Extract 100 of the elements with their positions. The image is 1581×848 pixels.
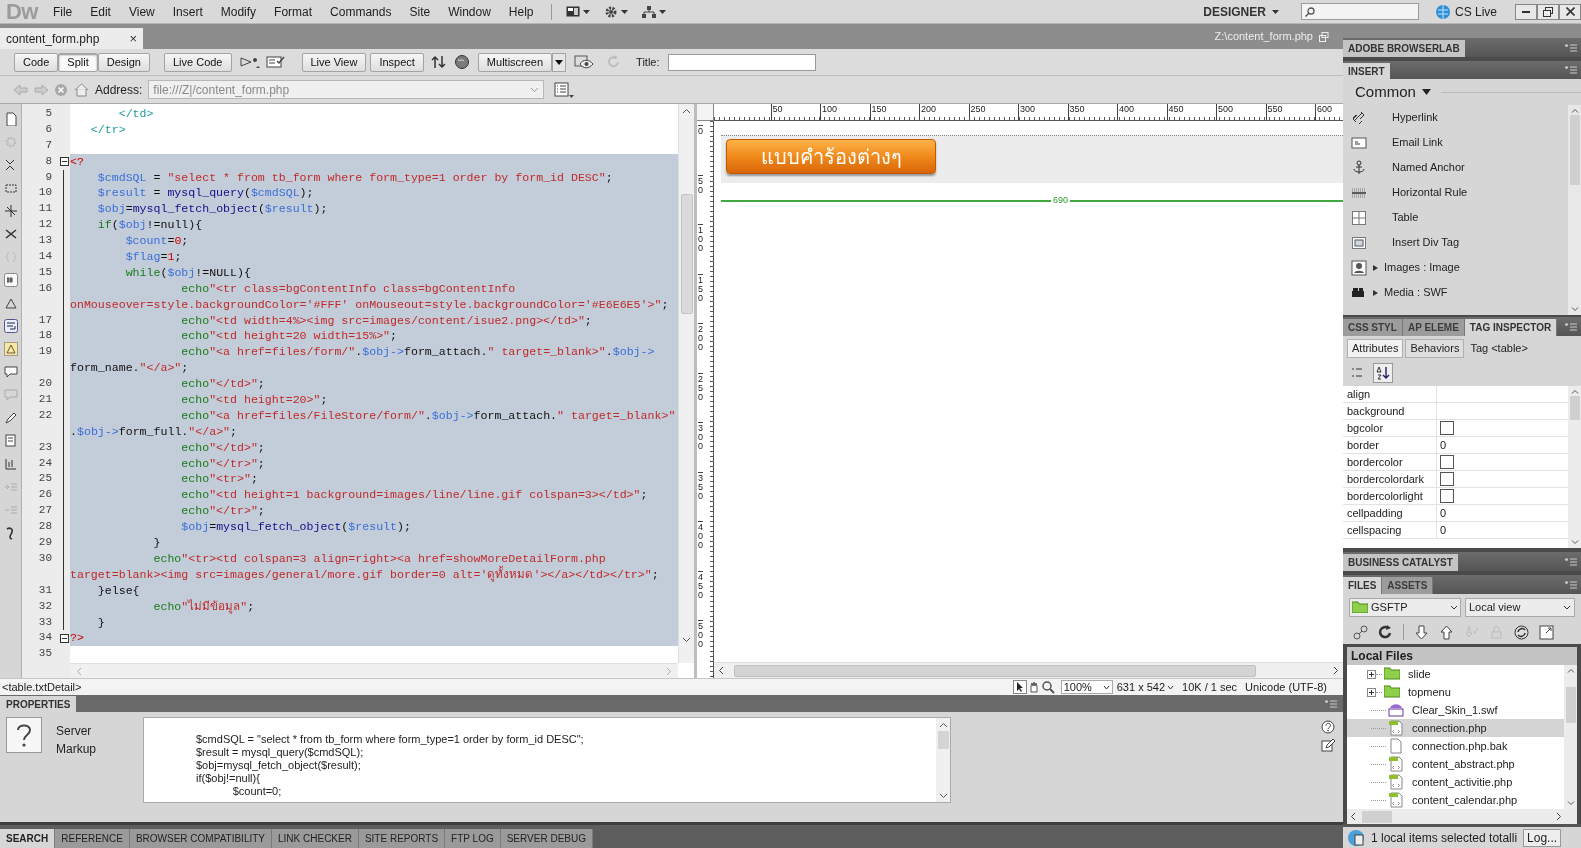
panel-menu-icon[interactable]: [1325, 699, 1337, 708]
word-wrap-icon[interactable]: [3, 319, 18, 333]
snippet-icon[interactable]: [3, 434, 18, 448]
panel-tab[interactable]: TAG INSPECTOR: [1464, 319, 1558, 336]
help-circle-icon[interactable]: [1321, 720, 1335, 734]
inspect-icon[interactable]: [239, 54, 262, 70]
menu-item[interactable]: Insert: [163, 2, 212, 21]
live-view-button[interactable]: Live View: [301, 52, 367, 72]
file-row[interactable]: connection.php: [1347, 719, 1564, 737]
scrollbar[interactable]: [1347, 809, 1577, 824]
panel-tab[interactable]: SEARCH: [0, 829, 56, 848]
tag-selector[interactable]: <table.txtDetail>: [2, 678, 82, 696]
fold-icon[interactable]: [59, 633, 69, 643]
scrollbar-thumb[interactable]: [734, 664, 1256, 677]
menu-item[interactable]: Format: [265, 2, 322, 21]
list-icon[interactable]: [554, 81, 575, 98]
minimize-button[interactable]: [1515, 3, 1537, 20]
insert-item[interactable]: Horizontal Rule: [1343, 180, 1568, 205]
title-field[interactable]: [667, 53, 816, 71]
panel-menu-icon[interactable]: [1565, 557, 1577, 566]
select-parent-icon[interactable]: [3, 227, 18, 241]
markup-field[interactable]: $cmdSQL = "select * from tb_form where form_type=1 order by form_id DESC"; $result = mysql_query($cmdSQL); $obj=mysql_fetch_object($result); if($obj!=null){ $count=0;: [143, 717, 951, 803]
scrollbar[interactable]: [70, 663, 678, 678]
restore-button[interactable]: [1537, 3, 1559, 20]
panel-tab[interactable]: AP ELEME: [1402, 319, 1465, 336]
window-size-menu[interactable]: 631 x 542: [1116, 678, 1175, 696]
mode-tab[interactable]: Attributes: [1347, 338, 1404, 358]
panel-tab[interactable]: SERVER DEBUG: [500, 829, 593, 848]
menu-item[interactable]: Edit: [81, 2, 120, 21]
multiscreen-button[interactable]: Multiscreen: [477, 52, 553, 72]
check-out-icon[interactable]: [1464, 624, 1479, 640]
dropdown-button[interactable]: [552, 52, 567, 72]
live-code-button[interactable]: Live Code: [163, 52, 232, 72]
scrollbar-thumb[interactable]: [1565, 687, 1576, 723]
panel-tab[interactable]: CSS STYL: [1343, 319, 1403, 336]
insert-item[interactable]: Table: [1343, 205, 1568, 230]
fold-icon[interactable]: [59, 157, 69, 167]
scrollbar[interactable]: [1564, 665, 1577, 809]
sync-icon[interactable]: [1514, 624, 1529, 640]
up-arrow-icon[interactable]: [1439, 624, 1454, 640]
panel-tab[interactable]: BUSINESS CATALYST: [1343, 554, 1458, 571]
attribute-value[interactable]: 0: [1440, 436, 1447, 454]
scrollbar[interactable]: [714, 662, 1343, 678]
panel-menu-icon[interactable]: [1565, 66, 1577, 74]
attribute-value[interactable]: 0: [1440, 504, 1447, 522]
log-button[interactable]: Log...: [1523, 828, 1562, 847]
document-tab[interactable]: content_form.php ×: [0, 28, 143, 49]
color-swatch[interactable]: [1440, 489, 1454, 503]
insert-item[interactable]: Email Link: [1343, 130, 1568, 155]
mode-tab[interactable]: Behaviors: [1405, 338, 1465, 358]
panel-tab[interactable]: SITE REPORTS: [358, 829, 446, 848]
menu-item[interactable]: Modify: [211, 2, 266, 21]
inspect-button[interactable]: Inspect: [370, 52, 424, 72]
scrollbar-thumb[interactable]: [1569, 396, 1580, 420]
view-tab[interactable]: Code: [14, 52, 59, 72]
insert-item[interactable]: Media : SWF: [1343, 280, 1568, 305]
menu-item[interactable]: Window: [439, 2, 500, 21]
panel-tab[interactable]: INSERT: [1343, 63, 1390, 79]
scrollbar[interactable]: [678, 104, 694, 663]
scrollbar-thumb[interactable]: [1362, 810, 1392, 823]
sort-icon[interactable]: [1373, 363, 1393, 383]
search-field[interactable]: [1300, 3, 1419, 20]
menu-item[interactable]: Commands: [321, 2, 401, 21]
scrollbar[interactable]: [1568, 105, 1581, 315]
attribute-value[interactable]: 0: [1440, 521, 1447, 539]
scrollbar[interactable]: [1568, 386, 1581, 548]
pointer-icon[interactable]: [1012, 680, 1027, 694]
menu-item[interactable]: File: [43, 2, 82, 21]
tab-close-button[interactable]: ×: [129, 28, 137, 49]
edit-icon[interactable]: [1321, 738, 1335, 752]
expand-icon[interactable]: [3, 204, 18, 218]
panel-tab[interactable]: REFERENCE: [55, 829, 130, 848]
menu-item[interactable]: Site: [400, 2, 440, 21]
color-swatch[interactable]: [1440, 455, 1454, 469]
insert-item[interactable]: Named Anchor: [1343, 155, 1568, 180]
view-tab[interactable]: Design: [97, 52, 150, 72]
menu-item[interactable]: Help: [499, 2, 543, 21]
color-swatch[interactable]: [1440, 472, 1454, 486]
collapse-selection-icon[interactable]: [3, 181, 18, 195]
pen-icon[interactable]: [3, 411, 18, 425]
workspace-switcher[interactable]: DESIGNER: [1195, 2, 1287, 21]
insert-item[interactable]: Hyperlink: [1343, 105, 1568, 130]
table-format-icon[interactable]: [3, 457, 18, 471]
panel-tab[interactable]: BROWSER COMPATIBILITY: [129, 829, 272, 848]
zoom-icon[interactable]: [1040, 680, 1055, 694]
scrollbar[interactable]: [936, 718, 950, 802]
warning-icon[interactable]: [3, 342, 18, 356]
expand-icon[interactable]: [1367, 687, 1376, 697]
menu-item[interactable]: View: [119, 2, 164, 21]
refresh-icon[interactable]: [1378, 624, 1393, 640]
panel-tab[interactable]: FTP LOG: [445, 829, 501, 848]
panel-menu-icon[interactable]: [1565, 580, 1577, 589]
cs-live-button[interactable]: CS Live: [1434, 2, 1497, 21]
connect-icon[interactable]: [1353, 624, 1368, 640]
close-button[interactable]: [1559, 3, 1581, 20]
document-icon[interactable]: [3, 112, 18, 126]
syntax-error-icon[interactable]: [3, 296, 18, 310]
category-menu[interactable]: Common: [1355, 80, 1431, 104]
expand-icon[interactable]: [1539, 624, 1554, 640]
home-icon[interactable]: [74, 82, 89, 97]
